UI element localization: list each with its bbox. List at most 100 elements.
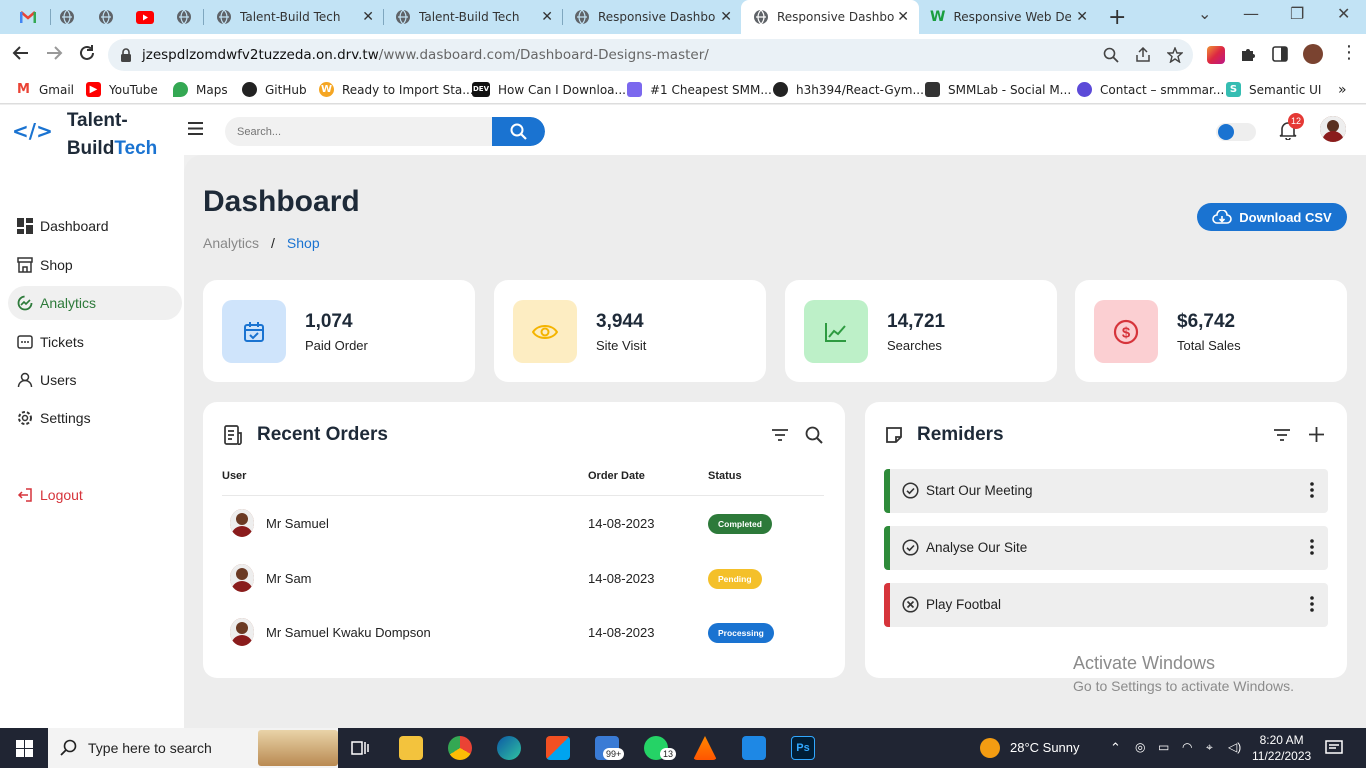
avatar[interactable] <box>1320 116 1346 142</box>
sidebar-item-analytics[interactable]: Analytics <box>8 286 182 320</box>
tray-wifi-icon[interactable]: ◠ <box>1182 740 1192 754</box>
new-tab-button[interactable]: + <box>1108 5 1126 30</box>
gmail-pinned-tab[interactable] <box>18 7 38 27</box>
pinned-tab-globe[interactable] <box>57 7 77 27</box>
brand-logo[interactable]: </> Talent- BuildTech <box>12 107 157 163</box>
browser-tab[interactable]: Responsive Dashboa ✕ <box>568 0 738 34</box>
breadcrumb-item[interactable]: Analytics <box>203 235 259 251</box>
search-icon[interactable] <box>805 426 823 444</box>
more-menu-icon[interactable]: ⋮ <box>1340 42 1358 63</box>
edge-icon[interactable] <box>497 736 521 760</box>
check-circle-icon[interactable] <box>902 482 919 499</box>
notification-center-icon[interactable] <box>1325 740 1343 756</box>
tray-chevron-up-icon[interactable]: ⌃ <box>1110 740 1121 756</box>
sidebar-item-label: Settings <box>40 410 91 426</box>
puzzle-icon[interactable] <box>1240 46 1257 63</box>
browser-tab[interactable]: Talent-Build Tech ✕ <box>210 0 380 34</box>
smmlab-icon <box>925 82 940 97</box>
profile-avatar[interactable] <box>1303 44 1323 64</box>
close-circle-icon[interactable] <box>902 596 919 613</box>
table-row[interactable]: Mr Samuel 14-08-2023 Completed <box>222 503 824 543</box>
chrome-icon[interactable] <box>448 736 472 760</box>
table-row[interactable]: Mr Sam 14-08-2023 Pending <box>222 558 824 598</box>
zoom-icon[interactable] <box>1103 47 1119 63</box>
weather-text[interactable]: 28°C Sunny <box>1010 740 1080 755</box>
more-vertical-icon[interactable] <box>1310 596 1314 612</box>
more-vertical-icon[interactable] <box>1310 482 1314 498</box>
store-icon[interactable] <box>546 736 570 760</box>
download-label: Download CSV <box>1239 209 1332 225</box>
photoshop-icon[interactable]: Ps <box>791 736 815 760</box>
reload-button[interactable] <box>78 44 96 62</box>
tab-close-icon[interactable]: ✕ <box>1076 9 1088 25</box>
tray-location-icon[interactable]: ⌖ <box>1206 740 1213 755</box>
bookmark-youtube[interactable]: ▶ YouTube <box>86 82 158 97</box>
sidebar-item-shop[interactable]: Shop <box>8 248 182 282</box>
file-explorer-icon[interactable] <box>399 736 423 760</box>
theme-toggle[interactable] <box>1216 123 1256 141</box>
tab-close-icon[interactable]: ✕ <box>362 9 374 25</box>
vscode-icon[interactable] <box>742 736 766 760</box>
tray-meet-icon[interactable]: ◎ <box>1135 740 1145 754</box>
tab-search-chevron-icon[interactable]: ⌄ <box>1198 4 1211 23</box>
add-icon[interactable] <box>1309 427 1324 442</box>
sidebar-item-users[interactable]: Users <box>8 363 182 397</box>
bookmark-ready-to-import[interactable]: W Ready to Import Sta... <box>319 82 474 97</box>
reminder-item[interactable]: Start Our Meeting <box>884 469 1328 513</box>
check-circle-icon[interactable] <box>902 539 919 556</box>
close-window-button[interactable]: ✕ <box>1337 4 1350 23</box>
menu-toggle-button[interactable] <box>188 122 203 135</box>
pinned-tab-globe-3[interactable] <box>174 7 194 27</box>
bookmarks-overflow-icon[interactable]: » <box>1338 82 1347 98</box>
bookmark-react-gym[interactable]: h3h394/React-Gym... <box>773 82 924 97</box>
sidebar-item-settings[interactable]: Settings <box>8 401 182 435</box>
search-input[interactable] <box>225 117 485 146</box>
logout-button[interactable]: Logout <box>8 478 182 512</box>
windows-start-icon[interactable] <box>16 740 33 757</box>
reminder-item[interactable]: Analyse Our Site <box>884 526 1328 570</box>
extension-colorpick-icon[interactable] <box>1207 46 1225 64</box>
bookmark-gmail[interactable]: M Gmail <box>16 82 74 97</box>
search-button[interactable] <box>492 117 545 146</box>
browser-tab[interactable]: Talent-Build Tech ✕ <box>389 0 559 34</box>
bookmark-smm[interactable]: #1 Cheapest SMM... <box>627 82 772 97</box>
browser-tab-active[interactable]: Responsive Dashbo ✕ <box>741 0 919 34</box>
breadcrumb-current[interactable]: Shop <box>287 235 320 251</box>
vlc-icon[interactable] <box>693 736 717 760</box>
share-icon[interactable] <box>1135 47 1151 63</box>
restore-button[interactable]: ❐ <box>1290 4 1304 23</box>
map-pin-icon <box>173 82 188 97</box>
gmail-icon <box>20 11 36 23</box>
bookmark-github[interactable]: GitHub <box>242 82 307 97</box>
filter-icon[interactable] <box>1274 429 1290 441</box>
minimize-button[interactable]: — <box>1243 4 1259 23</box>
star-icon[interactable] <box>1167 47 1183 63</box>
bookmark-semantic-ui[interactable]: S Semantic UI <box>1226 82 1321 97</box>
tray-volume-icon[interactable]: ◁) <box>1228 740 1241 754</box>
pinned-tab-globe-2[interactable] <box>96 7 116 27</box>
taskbar-clock[interactable]: 8:20 AM 11/22/2023 <box>1252 732 1311 764</box>
tab-close-icon[interactable]: ✕ <box>541 9 553 25</box>
back-button[interactable] <box>12 44 30 62</box>
bookmark-dev[interactable]: DEV How Can I Downloa... <box>472 82 626 97</box>
forward-button[interactable] <box>45 44 63 62</box>
table-row[interactable]: Mr Samuel Kwaku Dompson 14-08-2023 Proce… <box>222 612 824 652</box>
taskbar-search[interactable]: Type here to search <box>48 728 338 768</box>
task-view-icon[interactable] <box>351 739 369 757</box>
filter-icon[interactable] <box>772 429 788 441</box>
bookmark-smmlab[interactable]: SMMLab - Social M... <box>925 82 1071 97</box>
tray-battery-icon[interactable]: ▭ <box>1158 740 1169 754</box>
browser-tab[interactable]: W Responsive Web Des ✕ <box>924 0 1094 34</box>
bookmark-contact[interactable]: Contact – smmmar... <box>1077 82 1224 97</box>
youtube-pinned-tab[interactable] <box>135 7 155 27</box>
address-bar[interactable]: jzespdlzomdwfv2tuzzeda.on.drv.tw/www.das… <box>108 39 1193 71</box>
tab-close-icon[interactable]: ✕ <box>720 9 732 25</box>
bookmark-maps[interactable]: Maps <box>173 82 228 97</box>
more-vertical-icon[interactable] <box>1310 539 1314 555</box>
sidebar-item-tickets[interactable]: Tickets <box>8 325 182 359</box>
download-csv-button[interactable]: Download CSV <box>1197 203 1347 231</box>
tab-close-icon[interactable]: ✕ <box>897 9 909 25</box>
sidebar-item-dashboard[interactable]: Dashboard <box>8 209 182 243</box>
reminder-item[interactable]: Play Footbal <box>884 583 1328 627</box>
sidebar-panel-icon[interactable] <box>1272 46 1288 62</box>
